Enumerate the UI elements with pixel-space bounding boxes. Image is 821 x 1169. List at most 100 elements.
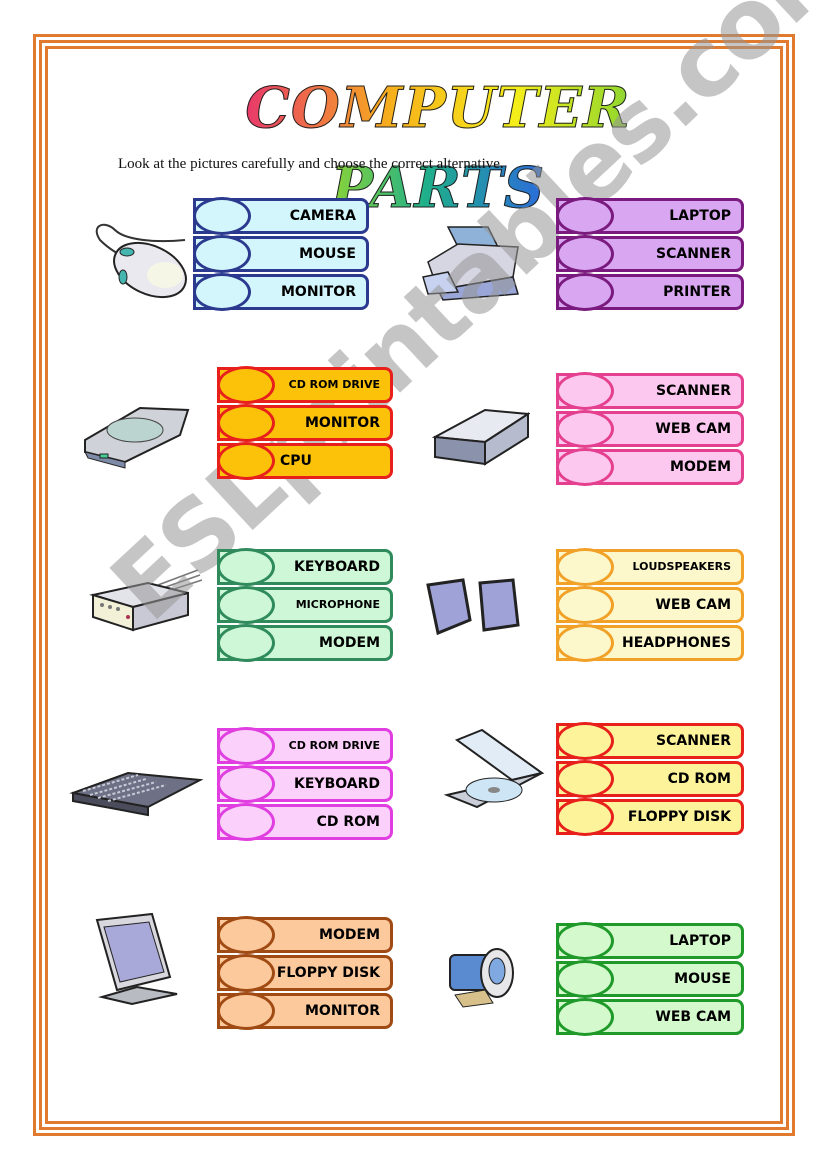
answer-checkbox-oval[interactable] xyxy=(556,624,614,662)
answer-option[interactable]: SCANNER xyxy=(556,235,744,273)
answer-checkbox-oval[interactable] xyxy=(556,760,614,798)
answer-checkbox-oval[interactable] xyxy=(556,722,614,760)
instructions: Look at the pictures carefully and choos… xyxy=(118,156,504,172)
answer-option-label: SCANNER xyxy=(656,383,731,399)
answer-option-label: MODEM xyxy=(319,635,380,651)
answer-group-web-cam: LAPTOP MOUSE WEB CAM xyxy=(556,922,744,1037)
answer-option-label: FLOPPY DISK xyxy=(276,965,380,981)
answer-option[interactable]: FLOPPY DISK xyxy=(217,954,393,992)
answer-option-label: WEB CAM xyxy=(655,597,731,613)
answer-option-label: MODEM xyxy=(670,459,731,475)
answer-checkbox-oval[interactable] xyxy=(193,273,251,311)
answer-option-label: WEB CAM xyxy=(655,421,731,437)
answer-option-label: MODEM xyxy=(319,927,380,943)
answer-option[interactable]: CPU xyxy=(217,442,393,480)
answer-checkbox-oval[interactable] xyxy=(217,765,275,803)
answer-option-label: MONITOR xyxy=(305,1003,380,1019)
answer-checkbox-oval[interactable] xyxy=(556,410,614,448)
answer-checkbox-oval[interactable] xyxy=(217,586,275,624)
answer-option[interactable]: MODEM xyxy=(556,448,744,486)
answer-option[interactable]: LOUDSPEAKERS xyxy=(556,548,744,586)
answer-checkbox-oval[interactable] xyxy=(217,992,275,1030)
answer-option[interactable]: MONITOR xyxy=(217,992,393,1030)
answer-option[interactable]: MICROPHONE xyxy=(217,586,393,624)
answer-option[interactable]: WEB CAM xyxy=(556,586,744,624)
answer-group-mouse: CAMERA MOUSE MONITOR xyxy=(193,197,369,312)
answer-option-label: LAPTOP xyxy=(669,208,731,224)
answer-option[interactable]: WEB CAM xyxy=(556,998,744,1036)
answer-option[interactable]: FLOPPY DISK xyxy=(556,798,744,836)
answer-option[interactable]: LAPTOP xyxy=(556,922,744,960)
answer-group-keyboard: CD ROM DRIVE KEYBOARD CD ROM xyxy=(217,727,393,842)
answer-checkbox-oval[interactable] xyxy=(217,916,275,954)
printer-icon xyxy=(422,226,519,301)
answer-option-label: CD ROM xyxy=(316,814,380,830)
answer-checkbox-oval[interactable] xyxy=(556,235,614,273)
answer-checkbox-oval[interactable] xyxy=(217,727,275,765)
answer-option[interactable]: HEADPHONES xyxy=(556,624,744,662)
answer-option[interactable]: SCANNER xyxy=(556,722,744,760)
answer-checkbox-oval[interactable] xyxy=(556,448,614,486)
answer-option[interactable]: LAPTOP xyxy=(556,197,744,235)
answer-option[interactable]: MOUSE xyxy=(193,235,369,273)
answer-option-label: CD ROM DRIVE xyxy=(288,739,380,752)
answer-option-label: CPU xyxy=(280,453,312,469)
answer-option-label: CD ROM xyxy=(667,771,731,787)
mouse-icon xyxy=(95,223,187,299)
answer-group-scanner: SCANNER WEB CAM MODEM xyxy=(556,372,744,487)
answer-checkbox-oval[interactable] xyxy=(556,798,614,836)
answer-option[interactable]: MODEM xyxy=(217,916,393,954)
answer-option[interactable]: CD ROM xyxy=(217,803,393,841)
answer-option[interactable]: CD ROM DRIVE xyxy=(217,727,393,765)
answer-option[interactable]: MODEM xyxy=(217,624,393,662)
answer-checkbox-oval[interactable] xyxy=(217,624,275,662)
answer-option-label: MICROPHONE xyxy=(295,598,380,611)
answer-option[interactable]: KEYBOARD xyxy=(217,548,393,586)
answer-option-label: MONITOR xyxy=(305,415,380,431)
answer-option[interactable]: MONITOR xyxy=(193,273,369,311)
cd-rom-drive-icon xyxy=(84,406,190,469)
answer-checkbox-oval[interactable] xyxy=(556,548,614,586)
answer-option-label: FLOPPY DISK xyxy=(627,809,731,825)
answer-checkbox-oval[interactable] xyxy=(217,442,275,480)
answer-option[interactable]: CD ROM DRIVE xyxy=(217,366,393,404)
answer-checkbox-oval[interactable] xyxy=(217,803,275,841)
answer-group-loudspeakers: LOUDSPEAKERS WEB CAM HEADPHONES xyxy=(556,548,744,663)
answer-option[interactable]: CAMERA xyxy=(193,197,369,235)
answer-option[interactable]: KEYBOARD xyxy=(217,765,393,803)
answer-option-label: HEADPHONES xyxy=(622,635,731,651)
answer-checkbox-oval[interactable] xyxy=(217,548,275,586)
answer-checkbox-oval[interactable] xyxy=(556,998,614,1036)
loudspeakers-icon xyxy=(426,578,520,636)
answer-checkbox-oval[interactable] xyxy=(556,586,614,624)
answer-option[interactable]: SCANNER xyxy=(556,372,744,410)
answer-checkbox-oval[interactable] xyxy=(217,954,275,992)
answer-group-monitor: MODEM FLOPPY DISK MONITOR xyxy=(217,916,393,1031)
answer-option-label: CAMERA xyxy=(289,208,356,224)
answer-option-label: WEB CAM xyxy=(655,1009,731,1025)
monitor-icon xyxy=(95,912,178,1006)
answer-option[interactable]: WEB CAM xyxy=(556,410,744,448)
answer-option-label: MOUSE xyxy=(299,246,356,262)
answer-option-label: KEYBOARD xyxy=(294,776,380,792)
answer-option[interactable]: CD ROM xyxy=(556,760,744,798)
answer-checkbox-oval[interactable] xyxy=(556,197,614,235)
modem-icon xyxy=(89,569,203,632)
worksheet-title: COMPUTER PARTS xyxy=(245,75,631,222)
answer-checkbox-oval[interactable] xyxy=(217,404,275,442)
answer-group-printer: LAPTOP SCANNER PRINTER xyxy=(556,197,744,312)
answer-checkbox-oval[interactable] xyxy=(193,197,251,235)
answer-option-label: MOUSE xyxy=(674,971,731,987)
answer-checkbox-oval[interactable] xyxy=(556,372,614,410)
answer-checkbox-oval[interactable] xyxy=(556,960,614,998)
answer-checkbox-oval[interactable] xyxy=(193,235,251,273)
answer-option[interactable]: MOUSE xyxy=(556,960,744,998)
answer-checkbox-oval[interactable] xyxy=(217,366,275,404)
cd-rom-icon xyxy=(443,728,545,809)
answer-option[interactable]: PRINTER xyxy=(556,273,744,311)
answer-option-label: MONITOR xyxy=(281,284,356,300)
answer-checkbox-oval[interactable] xyxy=(556,273,614,311)
answer-option[interactable]: MONITOR xyxy=(217,404,393,442)
answer-checkbox-oval[interactable] xyxy=(556,922,614,960)
answer-group-cd-rom: SCANNER CD ROM FLOPPY DISK xyxy=(556,722,744,837)
